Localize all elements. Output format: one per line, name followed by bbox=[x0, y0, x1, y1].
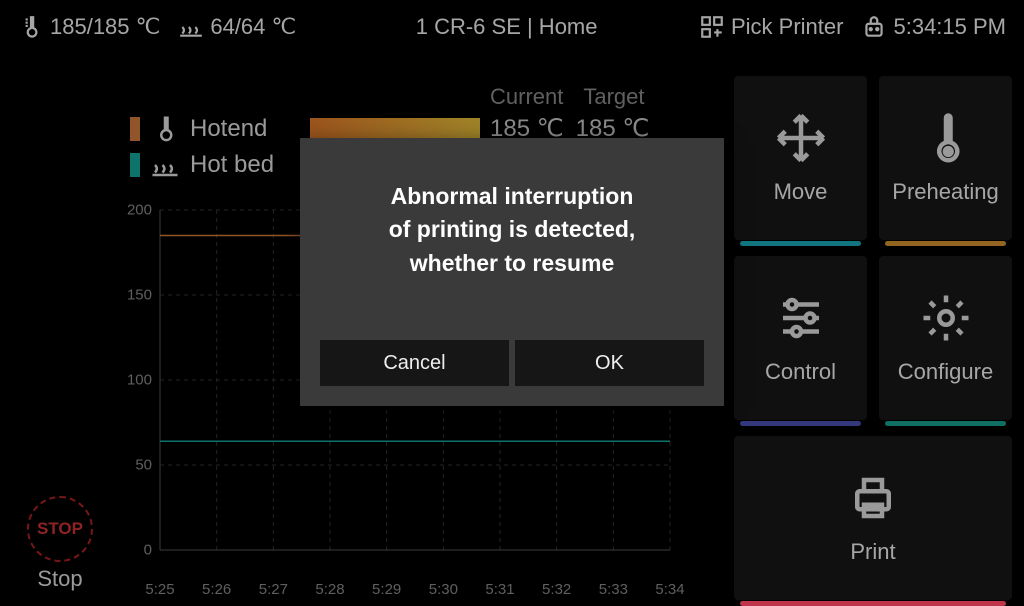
modal-ok-button[interactable]: OK bbox=[515, 340, 704, 386]
resume-print-modal: Abnormal interruption of printing is det… bbox=[300, 138, 724, 406]
nav-print-underline bbox=[740, 601, 1006, 606]
modal-message: Abnormal interruption of printing is det… bbox=[389, 180, 636, 280]
modal-cancel-button[interactable]: Cancel bbox=[320, 340, 509, 386]
